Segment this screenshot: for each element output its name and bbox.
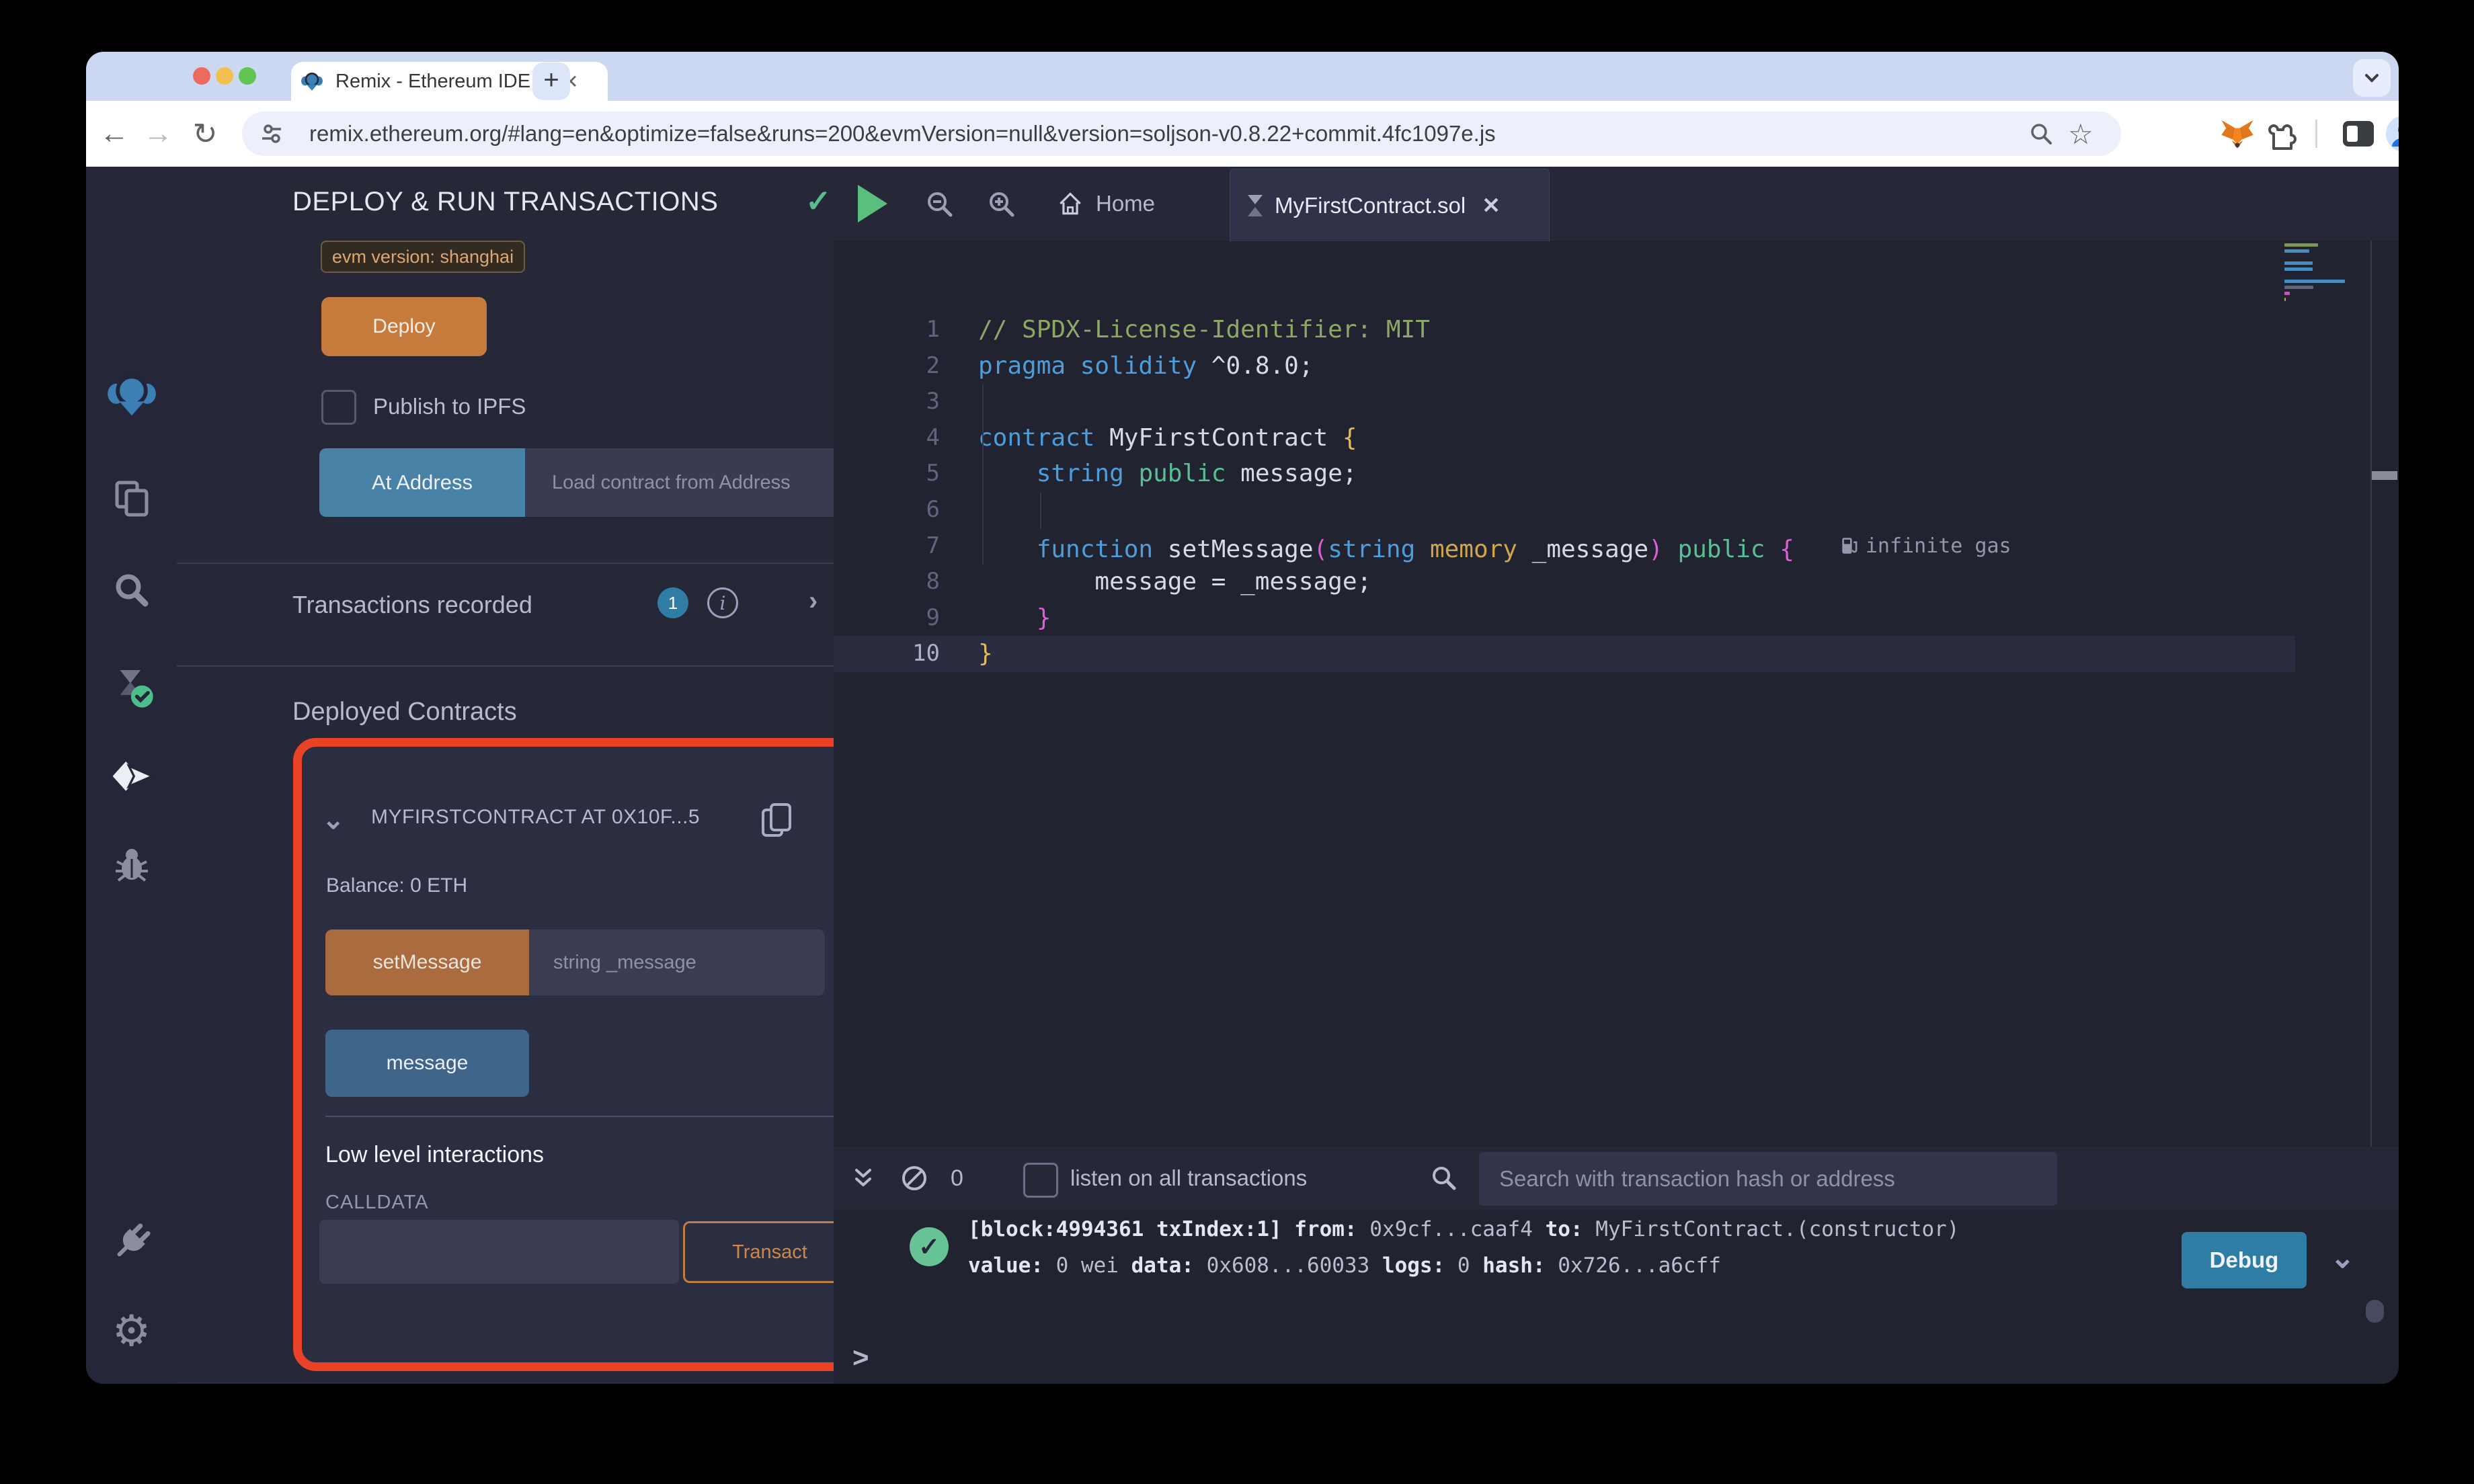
zoom-in-icon[interactable] (986, 188, 1018, 220)
zoom-page-icon[interactable] (2028, 112, 2054, 156)
minimap[interactable] (2284, 243, 2365, 304)
publish-ipfs-label: Publish to IPFS (373, 394, 526, 419)
terminal-toolbar: 0 listen on all transactions (834, 1147, 2399, 1210)
transactions-count-badge: 1 (657, 587, 688, 618)
file-tab-label: MyFirstContract.sol (1275, 192, 1466, 218)
bookmark-star-icon[interactable]: ☆ (2068, 112, 2093, 156)
log-line2: value: 0 wei data: 0x608...60033 logs: 0… (968, 1253, 1721, 1278)
low-level-interactions-label: Low level interactions (325, 1142, 545, 1167)
settings-gear-icon[interactable]: ⚙ (86, 1309, 177, 1352)
terminal-scrollbar[interactable] (2366, 1300, 2384, 1323)
listen-all-transactions-checkbox[interactable] (1023, 1163, 1058, 1198)
transact-button[interactable]: Transact (683, 1221, 856, 1283)
deploy-button[interactable]: Deploy (321, 297, 487, 356)
close-file-tab-icon[interactable]: ✕ (1482, 192, 1501, 218)
address-bar[interactable]: remix.ethereum.org/#lang=en&optimize=fal… (242, 112, 2121, 156)
evm-version-badge: evm version: shanghai (321, 241, 525, 273)
debugger-icon[interactable] (86, 843, 177, 886)
minimize-window-button[interactable] (216, 67, 233, 85)
back-button[interactable]: ← (94, 101, 134, 167)
file-explorer-icon[interactable] (86, 477, 177, 520)
tx-success-icon: ✓ (910, 1227, 949, 1266)
sidebar-panel-icon[interactable] (2337, 101, 2380, 167)
panel-title: DEPLOY & RUN TRANSACTIONS (292, 187, 719, 216)
listen-all-transactions-label: listen on all transactions (1070, 1165, 1308, 1190)
toolbar-separator (2315, 120, 2317, 148)
contract-title: MYFIRSTCONTRACT AT 0X10F...5 (371, 806, 701, 828)
run-script-play-icon[interactable] (858, 185, 887, 222)
tab-file-active[interactable]: MyFirstContract.sol ✕ (1230, 169, 1550, 241)
metamask-extension-icon[interactable] (2216, 101, 2259, 167)
close-window-button[interactable] (193, 67, 210, 85)
compiled-check-icon: ✓ (805, 183, 832, 218)
deploy-run-panel: DEPLOY & RUN TRANSACTIONS ✓ › evm versio… (177, 167, 922, 1384)
browser-toolbar: ← → ↻ remix.ethereum.org/#lang=en&optimi… (86, 101, 2399, 167)
deploy-and-run-icon[interactable] (86, 754, 177, 801)
forward-button[interactable]: → (138, 101, 178, 167)
site-settings-icon[interactable] (260, 122, 284, 146)
plugin-manager-icon[interactable] (86, 1221, 177, 1264)
indent-guide (982, 384, 984, 565)
new-tab-button[interactable]: + (532, 63, 570, 100)
solidity-file-icon (1245, 192, 1265, 219)
at-address-input[interactable] (525, 448, 854, 517)
copy-address-icon[interactable] (759, 802, 794, 839)
terminal-search-icon (1429, 1147, 1459, 1210)
profile-avatar[interactable] (2383, 101, 2399, 167)
tab-search-button[interactable] (2353, 59, 2391, 97)
editor-scroll-marker[interactable] (2372, 471, 2397, 480)
at-address-button[interactable]: At Address (319, 448, 525, 517)
indent-guide (1040, 493, 1041, 529)
search-icon[interactable] (86, 569, 177, 612)
zoom-window-button[interactable] (239, 67, 256, 85)
terminal-prompt[interactable]: > (852, 1342, 869, 1374)
calldata-input[interactable] (319, 1220, 679, 1284)
url-text: remix.ethereum.org/#lang=en&optimize=fal… (309, 121, 1496, 146)
home-tab-label: Home (1096, 191, 1156, 216)
log-expand-chevron-icon[interactable]: ⌄ (2330, 1241, 2355, 1275)
transaction-log[interactable]: [block:4994361 txIndex:1] from: 0x9cf...… (968, 1211, 1959, 1284)
code-lines: 1// SPDX-License-Identifier: MIT 2 pragma … (834, 241, 2295, 672)
transactions-recorded-label: Transactions recorded (292, 591, 532, 618)
code-editor[interactable]: 1// SPDX-License-Identifier: MIT 2 pragma … (834, 241, 2295, 1147)
calldata-label: CALLDATA (325, 1192, 429, 1213)
set-message-input[interactable] (529, 930, 825, 995)
debug-button[interactable]: Debug (2182, 1232, 2307, 1288)
browser-tabstrip: Remix - Ethereum IDE ✕ + (86, 52, 2399, 101)
activity-bar: ⚙ (86, 167, 178, 1384)
terminal-search-input[interactable] (1479, 1152, 2057, 1206)
browser-window: Remix - Ethereum IDE ✕ + ← → ↻ remix.eth… (86, 52, 2399, 1384)
browser-tab-title: Remix - Ethereum IDE (335, 70, 531, 92)
terminal: 0 listen on all transactions ✓ [block:49… (834, 1147, 2399, 1384)
transactions-info-icon[interactable]: i (707, 587, 738, 618)
home-icon (1055, 189, 1085, 218)
set-message-button[interactable]: setMessage (325, 930, 529, 995)
transactions-expand-chevron-icon[interactable]: › (809, 586, 817, 616)
zoom-out-icon[interactable] (924, 188, 956, 220)
remix-app: ⚙ DEPLOY & RUN TRANSACTIONS ✓ › evm vers… (86, 167, 2399, 1384)
clear-terminal-icon[interactable] (900, 1147, 929, 1210)
log-line1: [block:4994361 txIndex:1] from: 0x9cf...… (968, 1217, 1960, 1241)
pending-tx-count: 0 (951, 1165, 963, 1191)
deployed-contract-card: ⌄ MYFIRSTCONTRACT AT 0X10F...5 ✕ Balance… (293, 738, 894, 1371)
minimap-divider (2370, 241, 2372, 1147)
solidity-compiler-icon[interactable] (86, 663, 177, 710)
collapse-terminal-icon[interactable] (850, 1147, 877, 1210)
deployed-contracts-label: Deployed Contracts (292, 698, 517, 726)
remix-logo-icon[interactable] (86, 370, 177, 419)
contract-balance: Balance: 0 ETH (326, 874, 468, 897)
contract-collapse-chevron-icon[interactable]: ⌄ (322, 805, 345, 835)
tab-home[interactable]: Home (1055, 167, 1155, 241)
reload-button[interactable]: ↻ (185, 101, 225, 167)
message-button[interactable]: message (325, 1030, 529, 1097)
editor-toolbar: Home MyFirstContract.sol ✕ (834, 167, 2399, 241)
extensions-puzzle-icon[interactable] (2263, 101, 2306, 167)
remix-favicon-icon (301, 70, 323, 93)
publish-ipfs-checkbox[interactable] (321, 390, 356, 425)
